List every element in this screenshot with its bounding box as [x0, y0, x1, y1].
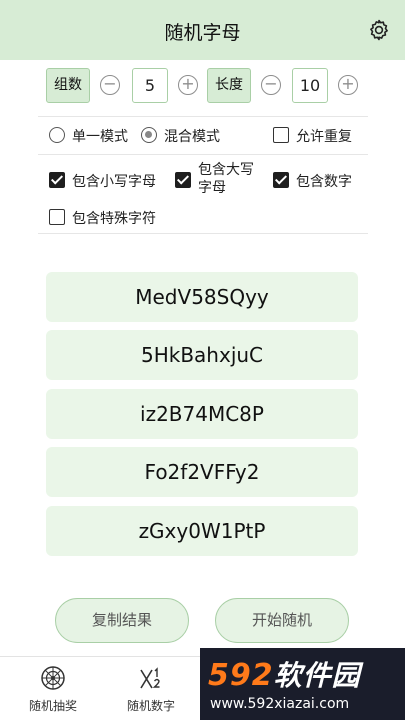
result-item[interactable]: 5HkBahxjuC [46, 330, 358, 380]
mixed-mode-radio[interactable] [141, 127, 157, 143]
length-minus-button[interactable]: − [261, 75, 281, 95]
single-mode-radio[interactable] [49, 127, 65, 143]
lowercase-checkbox[interactable] [49, 172, 65, 188]
group-plus-button[interactable]: + [178, 75, 198, 95]
allow-repeat-checkbox[interactable] [273, 127, 289, 143]
divider [38, 154, 368, 155]
tab-lottery[interactable]: 随机抽奖 [8, 657, 98, 720]
single-mode-label[interactable]: 单一模式 [72, 126, 128, 146]
digits-label[interactable]: 包含数字 [296, 171, 352, 191]
uppercase-label-line2: 字母 [198, 180, 226, 196]
group-count-label: 组数 [46, 68, 90, 103]
uppercase-label[interactable]: 包含大写 字母 [198, 161, 254, 197]
result-item[interactable]: zGxy0W1PtP [46, 506, 358, 556]
length-plus-button[interactable]: + [338, 75, 358, 95]
mixed-mode-label[interactable]: 混合模式 [164, 126, 220, 146]
length-label: 长度 [207, 68, 251, 103]
watermark-brand: 592软件园 [208, 654, 361, 694]
tab-lottery-label: 随机抽奖 [28, 699, 77, 713]
result-item[interactable]: Fo2f2VFFy2 [46, 447, 358, 497]
length-field[interactable]: 10 [292, 68, 328, 103]
special-chars-checkbox[interactable] [49, 209, 65, 225]
tab-random-number[interactable]: 随机数字 [106, 657, 196, 720]
watermark-text: 软件园 [273, 659, 361, 692]
tab-random-number-label: 随机数字 [126, 699, 175, 713]
start-random-button[interactable]: 开始随机 [215, 598, 349, 643]
result-item[interactable]: MedV58SQyy [46, 272, 358, 322]
digits-checkbox[interactable] [273, 172, 289, 188]
watermark-number: 592 [208, 658, 274, 693]
wheel-icon [41, 666, 65, 690]
app-header: 随机字母 [0, 0, 405, 60]
divider [38, 116, 368, 117]
gear-icon[interactable] [367, 18, 391, 42]
divider [38, 233, 368, 234]
count-length-controls: 组数 − 5 + 长度 − 10 + [46, 68, 366, 104]
dice-numbers-icon [140, 667, 160, 689]
uppercase-label-line1: 包含大写 [198, 162, 254, 178]
allow-repeat-label[interactable]: 允许重复 [296, 126, 352, 146]
page-title: 随机字母 [164, 22, 241, 44]
uppercase-checkbox[interactable] [175, 172, 191, 188]
watermark-logo: 592软件园 www.592xiazai.com [200, 648, 405, 720]
lowercase-label[interactable]: 包含小写字母 [72, 171, 156, 191]
watermark-url: www.592xiazai.com [210, 696, 350, 712]
special-chars-label[interactable]: 包含特殊字符 [72, 208, 156, 228]
copy-results-button[interactable]: 复制结果 [55, 598, 189, 643]
group-minus-button[interactable]: − [100, 75, 120, 95]
result-item[interactable]: iz2B74MC8P [46, 389, 358, 439]
group-count-field[interactable]: 5 [132, 68, 168, 103]
